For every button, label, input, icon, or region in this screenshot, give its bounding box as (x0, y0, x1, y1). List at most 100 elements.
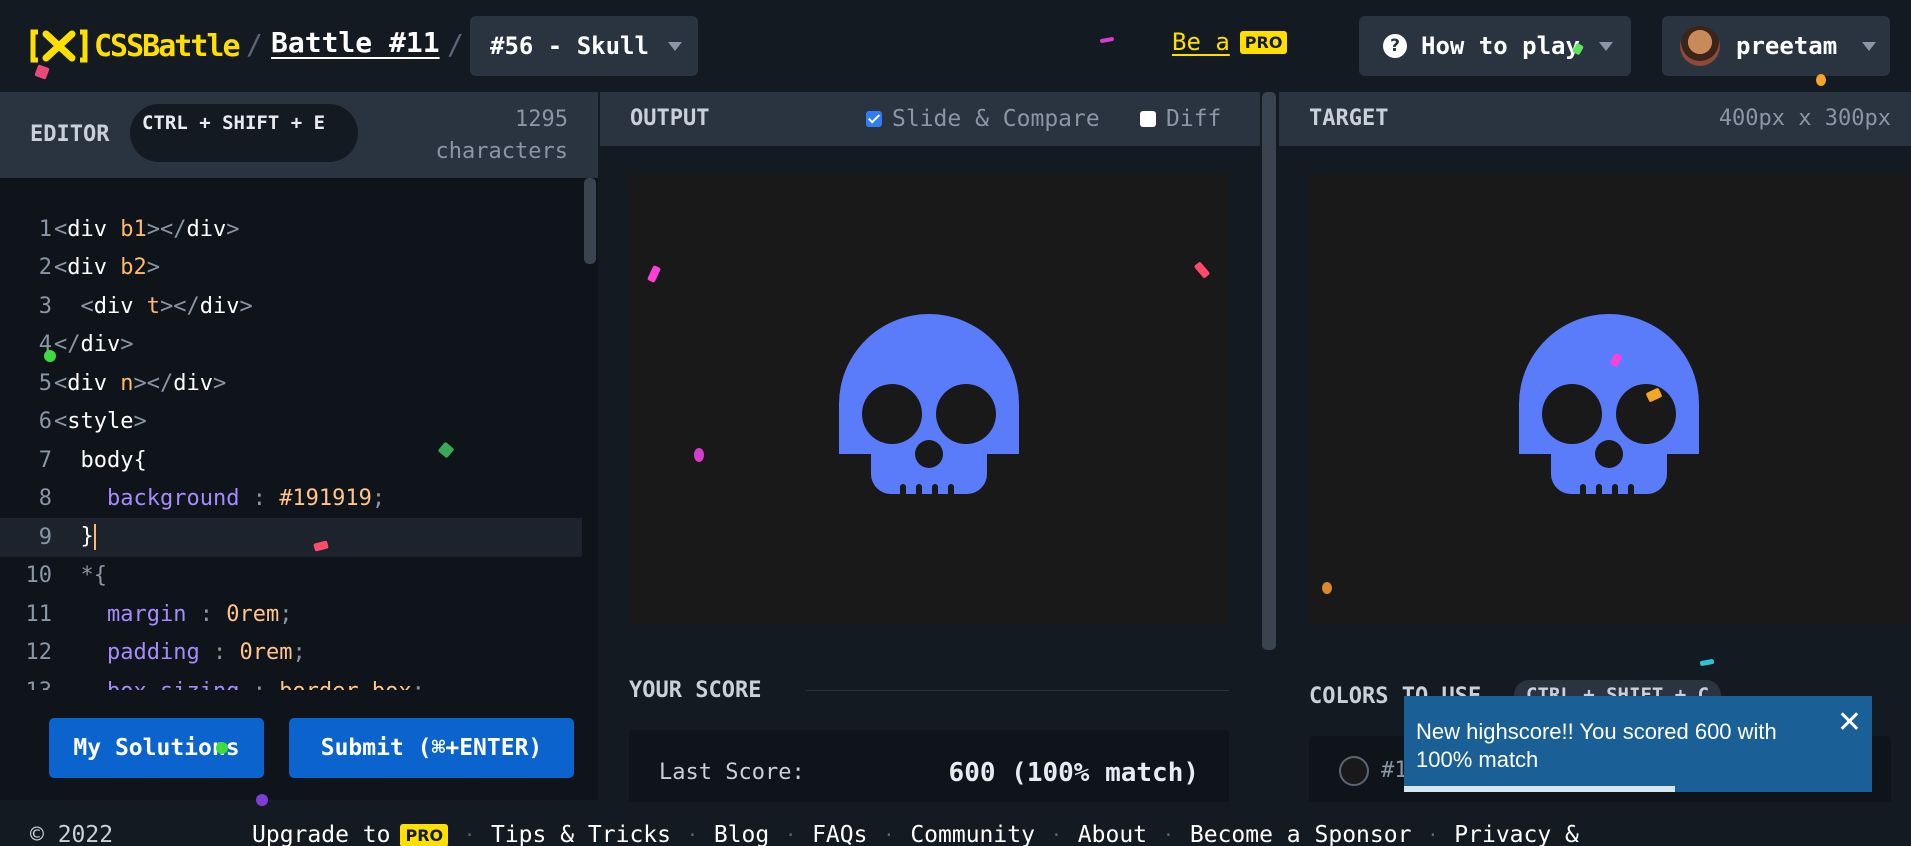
output-canvas[interactable] (629, 174, 1229, 624)
code-text: <div b2> (54, 255, 160, 281)
logo-text: CSSBattle (94, 28, 241, 64)
footer-link-blog[interactable]: Blog (714, 822, 769, 846)
slide-compare-checkbox[interactable] (866, 111, 882, 127)
be-pro-link[interactable]: Be a PRO (1172, 28, 1288, 56)
editor-scrollbar[interactable] (584, 178, 596, 264)
code-line: 11 margin : 0rem; (0, 595, 582, 634)
output-title: OUTPUT (630, 106, 710, 131)
pro-badge: PRO (400, 823, 449, 846)
username: preetam (1736, 32, 1838, 60)
code-text: *{ (80, 563, 108, 589)
footer-separator: · (1050, 824, 1062, 846)
your-score-title: YOUR SCORE (629, 678, 762, 703)
code-text: body{ (80, 447, 147, 473)
footer-link-privacy[interactable]: Privacy & (1454, 822, 1579, 846)
footer: © 2022 Upgrade to PRO · Tips & Tricks · … (0, 802, 1911, 846)
line-number: 3 (38, 293, 52, 319)
line-number: 4 (38, 332, 52, 358)
code-text: <div t></div> (80, 293, 253, 319)
character-count-value: 1295 (515, 107, 568, 132)
footer-separator: · (883, 824, 895, 846)
footer-link-community[interactable]: Community (910, 822, 1035, 846)
cssbattle-logo[interactable]: CSSBattle (28, 24, 241, 68)
target-title: TARGET (1309, 106, 1389, 131)
footer-separator: · (1427, 824, 1439, 846)
line-number: 1 (38, 216, 52, 242)
code-text: <div b1></div> (54, 216, 240, 242)
slide-compare-label: Slide & Compare (892, 106, 1100, 132)
line-number: 12 (25, 640, 53, 666)
chevron-down-icon (1862, 42, 1876, 51)
editor-title: EDITOR (30, 122, 110, 147)
footer-link-sponsor[interactable]: Become a Sponsor (1190, 822, 1412, 846)
footer-link-faqs[interactable]: FAQs (812, 822, 867, 846)
code-editor[interactable]: 1 <div b1></div> 2 <div b2> 3 <div t></d… (0, 210, 582, 690)
editor-shortcut: CTRL + SHIFT + E (130, 104, 358, 162)
line-number: 7 (38, 447, 52, 473)
diff-toggle[interactable]: Diff (1140, 106, 1221, 132)
chevron-down-icon (1599, 42, 1613, 51)
how-to-play-button[interactable]: ? How to play (1359, 16, 1631, 76)
footer-link-tips[interactable]: Tips & Tricks (491, 822, 671, 846)
be-pro-text: Be a (1172, 28, 1230, 56)
code-line: 8 background : #191919; (0, 480, 582, 519)
logo-icon (28, 27, 90, 65)
color-swatch[interactable] (1339, 756, 1369, 786)
footer-links: Upgrade to PRO · Tips & Tricks · Blog · … (252, 822, 1579, 846)
code-line: 7 body{ (0, 441, 582, 480)
target-skull (1519, 314, 1699, 498)
code-text: <style> (54, 409, 147, 435)
footer-separator: · (1163, 824, 1174, 846)
last-score-value: 600 (100% match) (948, 758, 1199, 788)
diff-label: Diff (1166, 106, 1222, 132)
code-line: 12 padding : 0rem; (0, 634, 582, 673)
line-number: 9 (38, 524, 52, 550)
editor-header: EDITOR CTRL + SHIFT + E 1295 characters (0, 92, 598, 178)
score-card: Last Score: 600 (100% match) (629, 730, 1229, 810)
diff-checkbox[interactable] (1140, 111, 1156, 127)
toast-message: New highscore!! You scored 600 with 100%… (1416, 719, 1777, 772)
user-menu-button[interactable]: preetam (1662, 16, 1890, 76)
breadcrumb-separator: / (447, 28, 464, 61)
line-number: 11 (25, 601, 53, 627)
output-header: OUTPUT Slide & Compare Diff (600, 92, 1260, 146)
submit-button[interactable]: Submit (⌘+ENTER) (289, 718, 574, 778)
editor-panel: EDITOR CTRL + SHIFT + E 1295 characters … (0, 92, 598, 800)
line-number: 10 (25, 563, 53, 589)
close-icon[interactable]: ✕ (1837, 708, 1862, 738)
code-line: 3 <div t></div> (0, 287, 582, 326)
line-number: 8 (38, 486, 52, 512)
code-text: } (80, 524, 96, 551)
code-line: 6 <style> (0, 403, 582, 442)
top-header: CSSBattle / Battle #11 / #56 - Skull Be … (0, 0, 1911, 92)
slide-compare-toggle[interactable]: Slide & Compare (866, 106, 1100, 132)
code-line-active: 9 } (0, 518, 582, 557)
footer-separator: · (687, 824, 698, 846)
copyright: © 2022 (30, 822, 114, 846)
toast-progress (1404, 786, 1676, 792)
level-dropdown-label: #56 - Skull (490, 32, 649, 60)
code-line: 10 *{ (0, 557, 582, 596)
level-dropdown[interactable]: #56 - Skull (470, 16, 698, 76)
footer-link-upgrade[interactable]: Upgrade to (252, 822, 390, 846)
target-canvas (1309, 174, 1909, 624)
footer-link-about[interactable]: About (1078, 822, 1147, 846)
panel-resize-divider[interactable] (1262, 92, 1276, 650)
code-text: margin : 0rem; (106, 601, 293, 627)
line-number: 5 (38, 370, 52, 396)
avatar (1680, 26, 1720, 66)
my-solutions-button[interactable]: My Solutions (49, 718, 264, 778)
character-count: 1295 characters (436, 104, 568, 168)
how-to-play-label: How to play (1421, 32, 1580, 60)
line-number: 2 (38, 255, 52, 281)
last-score-label: Last Score: (659, 760, 805, 785)
battle-link[interactable]: Battle #11 (271, 26, 440, 59)
code-line: 13 box-sizing : border-box; (0, 672, 582, 690)
code-text: background : #191919; (106, 486, 386, 512)
character-count-unit: characters (435, 139, 568, 164)
target-dimensions: 400px x 300px (1718, 106, 1891, 131)
highscore-toast: New highscore!! You scored 600 with 100%… (1404, 696, 1872, 792)
chevron-down-icon (668, 42, 682, 51)
text-cursor (93, 524, 96, 551)
footer-separator: · (785, 824, 797, 846)
